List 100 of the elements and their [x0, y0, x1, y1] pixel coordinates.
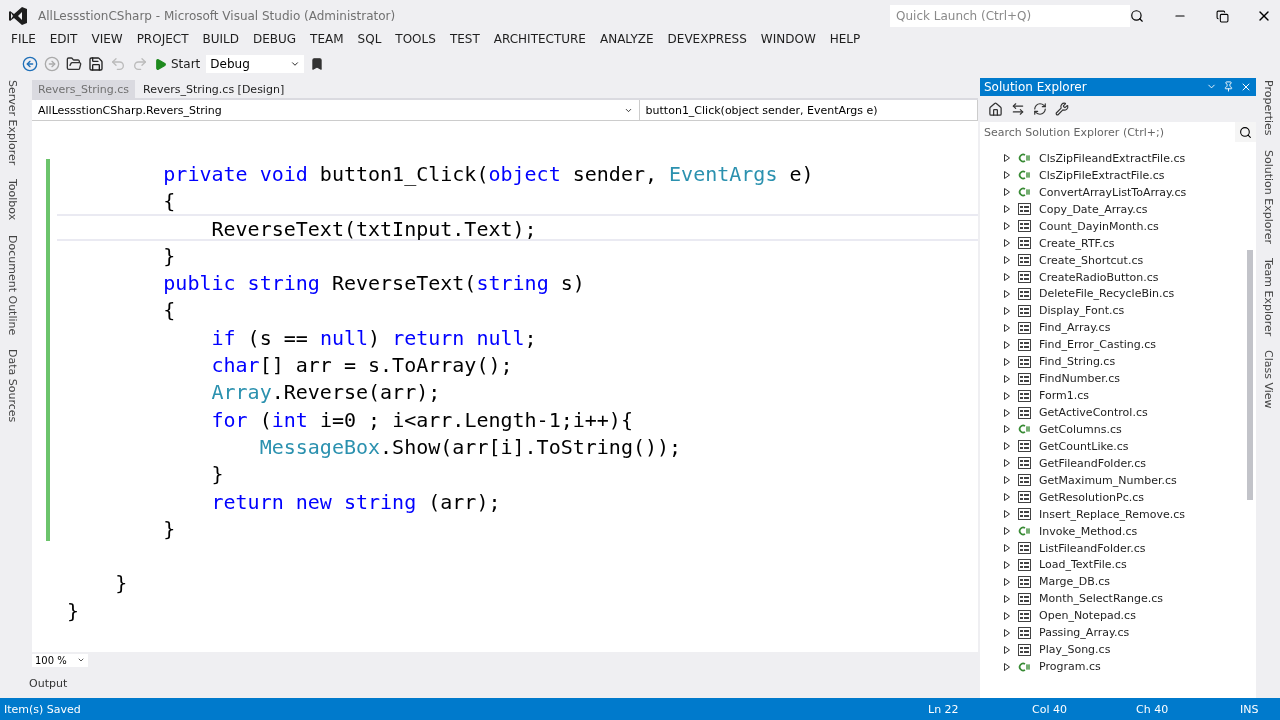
configuration-dropdown[interactable]: Debug [206, 55, 305, 73]
tree-item[interactable]: ListFileandFolder.cs [1039, 541, 1146, 555]
expander-icon[interactable] [1004, 357, 1010, 366]
expander-icon[interactable] [1004, 323, 1010, 332]
search-icon[interactable] [1130, 9, 1144, 23]
menu-item[interactable]: TEST [442, 32, 487, 50]
expander-icon[interactable] [1004, 239, 1010, 248]
close-icon[interactable] [1240, 81, 1252, 93]
menu-item[interactable]: WINDOW [753, 32, 823, 50]
expander-icon[interactable] [1004, 459, 1010, 468]
document-tab[interactable]: Revers_String.cs [32, 80, 136, 98]
expander-icon[interactable] [1004, 391, 1010, 400]
properties-button[interactable] [1055, 102, 1069, 116]
side-tab[interactable]: Data Sources [5, 348, 19, 423]
tree-item[interactable]: ClsZipFileExtractFile.cs [1039, 168, 1165, 182]
pin-icon[interactable] [1223, 81, 1234, 92]
open-button[interactable] [66, 56, 82, 72]
tree-item[interactable]: Play_Song.cs [1039, 643, 1111, 657]
expander-icon[interactable] [1004, 222, 1010, 231]
tree-item[interactable]: Invoke_Method.cs [1039, 524, 1138, 538]
home-button[interactable] [988, 101, 1003, 117]
tree-item[interactable]: GetFileandFolder.cs [1039, 456, 1146, 470]
expander-icon[interactable] [1004, 476, 1010, 485]
menu-item[interactable]: BUILD [195, 32, 246, 50]
expander-icon[interactable] [1004, 273, 1010, 282]
menu-item[interactable]: EDIT [42, 32, 85, 50]
tree-item[interactable]: GetResolutionPc.cs [1039, 490, 1145, 504]
menu-item[interactable]: VIEW [84, 32, 130, 50]
scrollbar-thumb[interactable] [1247, 250, 1253, 500]
expander-icon[interactable] [1004, 374, 1010, 383]
tree-item[interactable]: CreateRadioButton.cs [1039, 270, 1159, 284]
tree-item[interactable]: Load_TextFile.cs [1039, 558, 1127, 572]
quick-launch-field[interactable]: Quick Launch (Ctrl+Q) [890, 5, 1130, 27]
expander-icon[interactable] [1004, 188, 1010, 197]
expander-icon[interactable] [1004, 560, 1010, 569]
menu-item[interactable]: DEVEXPRESS [660, 32, 754, 50]
expander-icon[interactable] [1004, 425, 1010, 434]
side-tab[interactable]: Properties [1261, 80, 1275, 136]
expander-icon[interactable] [1004, 544, 1010, 553]
tree-item[interactable]: Display_Font.cs [1039, 304, 1125, 318]
tree-item[interactable]: Form1.cs [1039, 389, 1089, 403]
menu-item[interactable]: FILE [4, 32, 43, 50]
side-tab[interactable]: Server Explorer [5, 80, 19, 166]
expander-icon[interactable] [1004, 594, 1010, 603]
side-tab[interactable]: Team Explorer [1261, 257, 1275, 337]
menu-item[interactable]: ANALYZE [592, 32, 661, 50]
tree-item[interactable]: Find_Error_Casting.cs [1039, 338, 1157, 352]
expander-icon[interactable] [1004, 154, 1010, 163]
tree-item[interactable]: ClsZipFileandExtractFile.cs [1039, 151, 1186, 165]
refresh-button[interactable] [1033, 102, 1047, 116]
tree-item[interactable]: Find_String.cs [1039, 355, 1116, 369]
bookmark-button[interactable] [310, 57, 325, 71]
expander-icon[interactable] [1004, 289, 1010, 298]
expander-icon[interactable] [1004, 645, 1010, 654]
menu-item[interactable]: TEAM [303, 32, 351, 50]
expander-icon[interactable] [1004, 527, 1010, 536]
expander-icon[interactable] [1004, 442, 1010, 451]
expander-icon[interactable] [1004, 171, 1010, 180]
tree-item[interactable]: Marge_DB.cs [1039, 575, 1111, 589]
tree-item[interactable]: Insert_Replace_Remove.cs [1039, 507, 1185, 521]
tree-item[interactable]: GetActiveControl.cs [1039, 406, 1148, 420]
side-tab[interactable]: Solution Explorer [1261, 149, 1275, 244]
menu-item[interactable]: TOOLS [388, 32, 443, 50]
tree-item[interactable]: Copy_Date_Array.cs [1039, 202, 1148, 216]
expander-icon[interactable] [1004, 577, 1010, 586]
tree-item[interactable]: GetMaximum_Number.cs [1039, 473, 1177, 487]
search-field[interactable]: Search Solution Explorer (Ctrl+;) [980, 122, 1235, 142]
save-button[interactable] [88, 56, 104, 72]
class-dropdown[interactable]: AllLessstionCSharp.Revers_String [32, 100, 640, 120]
tree-item[interactable]: Passing_Array.cs [1039, 626, 1130, 640]
menu-item[interactable]: DEBUG [245, 32, 304, 50]
expander-icon[interactable] [1004, 408, 1010, 417]
expander-icon[interactable] [1004, 510, 1010, 519]
tree-item[interactable]: Month_SelectRange.cs [1039, 592, 1164, 606]
tree-item[interactable]: Count_DayinMonth.cs [1039, 219, 1159, 233]
search-icon[interactable] [1239, 125, 1252, 139]
side-tab[interactable]: Toolbox [5, 179, 19, 221]
tree-item[interactable]: GetCountLike.cs [1039, 439, 1129, 453]
menu-item[interactable]: ARCHITECTURE [486, 32, 593, 50]
start-button[interactable]: Start [154, 57, 201, 71]
side-tab[interactable]: Document Outline [5, 234, 19, 335]
tree-item[interactable]: GetColumns.cs [1039, 422, 1122, 436]
tree-item[interactable]: Open_Notepad.cs [1039, 609, 1136, 623]
sync-button[interactable] [1011, 102, 1025, 116]
expander-icon[interactable] [1004, 205, 1010, 214]
tree-item[interactable]: Program.cs [1039, 660, 1101, 674]
menu-item[interactable]: PROJECT [129, 32, 196, 50]
tree-item[interactable]: Create_Shortcut.cs [1039, 253, 1144, 267]
menu-item[interactable]: SQL [350, 32, 389, 50]
expander-icon[interactable] [1004, 340, 1010, 349]
menu-item[interactable]: HELP [822, 32, 868, 50]
member-dropdown[interactable]: button1_Click(object sender, EventArgs e) [639, 100, 978, 120]
expander-icon[interactable] [1004, 306, 1010, 315]
tree-item[interactable]: FindNumber.cs [1039, 372, 1120, 386]
output-tab[interactable]: Output [29, 676, 68, 690]
zoom-dropdown[interactable]: 100 % [32, 653, 88, 667]
back-button[interactable] [22, 56, 38, 72]
expander-icon[interactable] [1004, 493, 1010, 502]
expander-icon[interactable] [1004, 256, 1010, 265]
tree-item[interactable]: Find_Array.cs [1039, 321, 1111, 335]
